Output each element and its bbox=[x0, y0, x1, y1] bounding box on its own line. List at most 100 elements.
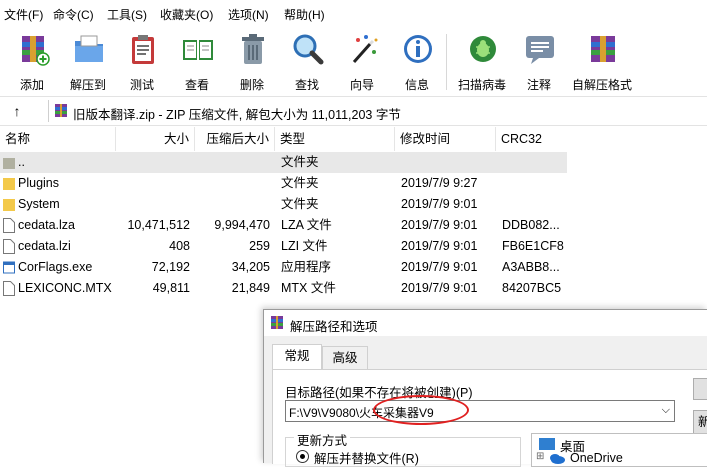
extract-dialog: 解压路径和选项 常规 高级 目标路径(如果不存在将被创建)(P) F:\V9\V… bbox=[263, 309, 707, 467]
wizard-wand-icon bbox=[352, 35, 378, 63]
menu-help[interactable]: 帮助(H) bbox=[284, 6, 325, 23]
file-modified: 2019/7/9 9:01 bbox=[401, 260, 478, 274]
tab-general[interactable]: 常规 bbox=[272, 344, 322, 370]
folder-icon bbox=[3, 199, 15, 211]
file-icon bbox=[3, 239, 15, 254]
sfx-button[interactable]: 自解压格式 bbox=[572, 32, 632, 92]
list-item[interactable]: .. 文件夹 bbox=[0, 152, 567, 173]
info-button[interactable]: 信息 bbox=[389, 32, 445, 92]
virus-scan-icon bbox=[470, 36, 496, 62]
extract-replace-label: 解压并替换文件(R) bbox=[314, 452, 419, 466]
file-name: System bbox=[18, 197, 60, 211]
expand-icon[interactable]: ⊞ bbox=[536, 451, 544, 462]
up-arrow-icon[interactable]: ↑ bbox=[8, 102, 26, 120]
info-icon bbox=[404, 35, 432, 63]
file-modified: 2019/7/9 9:01 bbox=[401, 218, 478, 232]
file-type: LZA 文件 bbox=[281, 218, 332, 232]
onedrive-icon bbox=[550, 454, 565, 464]
menu-favorites[interactable]: 收藏夹(O) bbox=[160, 6, 213, 23]
list-item[interactable]: CorFlags.exe 72,192 34,205 应用程序 2019/7/9… bbox=[0, 257, 567, 278]
file-packed: 9,994,470 bbox=[214, 218, 270, 232]
file-modified: 2019/7/9 9:01 bbox=[401, 239, 478, 253]
tab-advanced[interactable]: 高级 bbox=[322, 346, 368, 370]
file-icon bbox=[3, 281, 15, 296]
file-type: 应用程序 bbox=[281, 260, 332, 274]
file-name: Plugins bbox=[18, 176, 59, 190]
extract-replace-radio[interactable] bbox=[296, 450, 309, 463]
file-modified: 2019/7/9 9:01 bbox=[401, 197, 478, 211]
target-path-combo[interactable]: F:\V9\V9080\火车采集器V9 ⌵ bbox=[285, 395, 675, 425]
view-book-icon bbox=[183, 40, 213, 60]
general-panel: 目标路径(如果不存在将被创建)(P) F:\V9\V9080\火车采集器V9 ⌵… bbox=[272, 369, 707, 467]
file-size: 49,811 bbox=[152, 281, 190, 295]
exe-icon bbox=[3, 261, 15, 274]
sfx-icon bbox=[591, 36, 615, 62]
address-field[interactable]: 旧版本翻译.zip - ZIP 压缩文件, 解包大小为 11,011,203 字… bbox=[48, 100, 707, 122]
file-packed: 21,849 bbox=[231, 281, 270, 295]
list-item[interactable]: LEXICONC.MTX 49,811 21,849 MTX 文件 2019/7… bbox=[0, 278, 567, 299]
menu-options[interactable]: 选项(N) bbox=[228, 6, 269, 23]
list-item[interactable]: cedata.lzi 408 259 LZI 文件 2019/7/9 9:01 … bbox=[0, 236, 567, 257]
dialog-title: 解压路径和选项 bbox=[290, 320, 378, 334]
file-icon bbox=[3, 218, 15, 233]
file-modified: 2019/7/9 9:27 bbox=[401, 176, 478, 190]
list-item[interactable]: Plugins 文件夹 2019/7/9 9:27 bbox=[0, 173, 567, 194]
file-type: 文件夹 bbox=[281, 197, 319, 211]
test-clipboard-icon bbox=[132, 35, 154, 64]
list-item[interactable]: cedata.lza 10,471,512 9,994,470 LZA 文件 2… bbox=[0, 215, 567, 236]
extract-folder-icon bbox=[75, 35, 103, 62]
sfx-label: 自解压格式 bbox=[571, 78, 632, 92]
side-button[interactable] bbox=[693, 378, 707, 400]
file-name: CorFlags.exe bbox=[18, 260, 93, 274]
file-crc: A3ABB8... bbox=[502, 260, 560, 274]
address-bar: ↑ 旧版本翻译.zip - ZIP 压缩文件, 解包大小为 11,011,203… bbox=[0, 96, 707, 126]
file-size: 408 bbox=[169, 239, 190, 253]
col-size[interactable]: 大小 bbox=[116, 127, 195, 151]
chevron-down-icon[interactable]: ⌵ bbox=[662, 404, 670, 417]
menu-file[interactable]: 文件(F) bbox=[4, 6, 43, 23]
trash-icon bbox=[242, 34, 264, 64]
file-name: LEXICONC.MTX bbox=[18, 281, 112, 295]
file-crc: DDB082... bbox=[502, 218, 560, 232]
magnifier-icon bbox=[293, 34, 324, 65]
folder-up-icon bbox=[3, 158, 15, 169]
address-text: 旧版本翻译.zip - ZIP 压缩文件, 解包大小为 11,011,203 字… bbox=[73, 108, 401, 122]
menu-bar: 文件(F) 命令(C) 工具(S) 收藏夹(O) 选项(N) 帮助(H) bbox=[0, 0, 707, 26]
col-type[interactable]: 类型 bbox=[275, 127, 395, 151]
update-mode-title: 更新方式 bbox=[294, 430, 351, 449]
column-header: 名称 大小 压缩后大小 类型 修改时间 CRC32 bbox=[0, 127, 567, 151]
menu-tools[interactable]: 工具(S) bbox=[107, 6, 147, 23]
file-name: .. bbox=[18, 155, 25, 169]
file-type: 文件夹 bbox=[281, 155, 319, 169]
col-packed[interactable]: 压缩后大小 bbox=[195, 127, 275, 151]
col-modified[interactable]: 修改时间 bbox=[395, 127, 496, 151]
file-modified: 2019/7/9 9:01 bbox=[401, 281, 478, 295]
file-size: 72,192 bbox=[151, 260, 190, 274]
list-item[interactable]: System 文件夹 2019/7/9 9:01 bbox=[0, 194, 567, 215]
file-packed: 34,205 bbox=[231, 260, 270, 274]
new-folder-button[interactable]: 新 bbox=[693, 410, 707, 434]
file-crc: 84207BC5 bbox=[502, 281, 562, 295]
add-archive-icon bbox=[22, 36, 50, 66]
file-packed: 259 bbox=[249, 239, 270, 253]
file-name: cedata.lza bbox=[18, 218, 75, 232]
file-type: 文件夹 bbox=[281, 176, 319, 190]
folder-tree[interactable]: 桌面 ⊞ OneDrive bbox=[531, 433, 707, 467]
file-name: cedata.lzi bbox=[18, 239, 71, 253]
winrar-icon bbox=[271, 316, 283, 329]
comment-icon bbox=[526, 36, 554, 64]
file-crc: FB6E1CF8 bbox=[502, 239, 564, 253]
highlight-annotation bbox=[373, 395, 469, 425]
file-type: LZI 文件 bbox=[281, 239, 328, 253]
comment-button[interactable]: 注释 bbox=[511, 32, 567, 92]
desktop-icon bbox=[539, 438, 555, 450]
toolbar: 添加 解压到 测试 查看 删除 查找 向导 信息 扫描病毒 注释 自解压格式 bbox=[0, 26, 707, 96]
file-size: 10,471,512 bbox=[127, 218, 190, 232]
menu-command[interactable]: 命令(C) bbox=[53, 6, 94, 23]
file-type: MTX 文件 bbox=[281, 281, 336, 295]
zip-archive-icon bbox=[55, 104, 67, 117]
folder-icon bbox=[3, 178, 15, 190]
dialog-titlebar[interactable]: 解压路径和选项 bbox=[264, 310, 707, 336]
col-crc[interactable]: CRC32 bbox=[496, 127, 567, 151]
col-name[interactable]: 名称 bbox=[0, 127, 116, 151]
